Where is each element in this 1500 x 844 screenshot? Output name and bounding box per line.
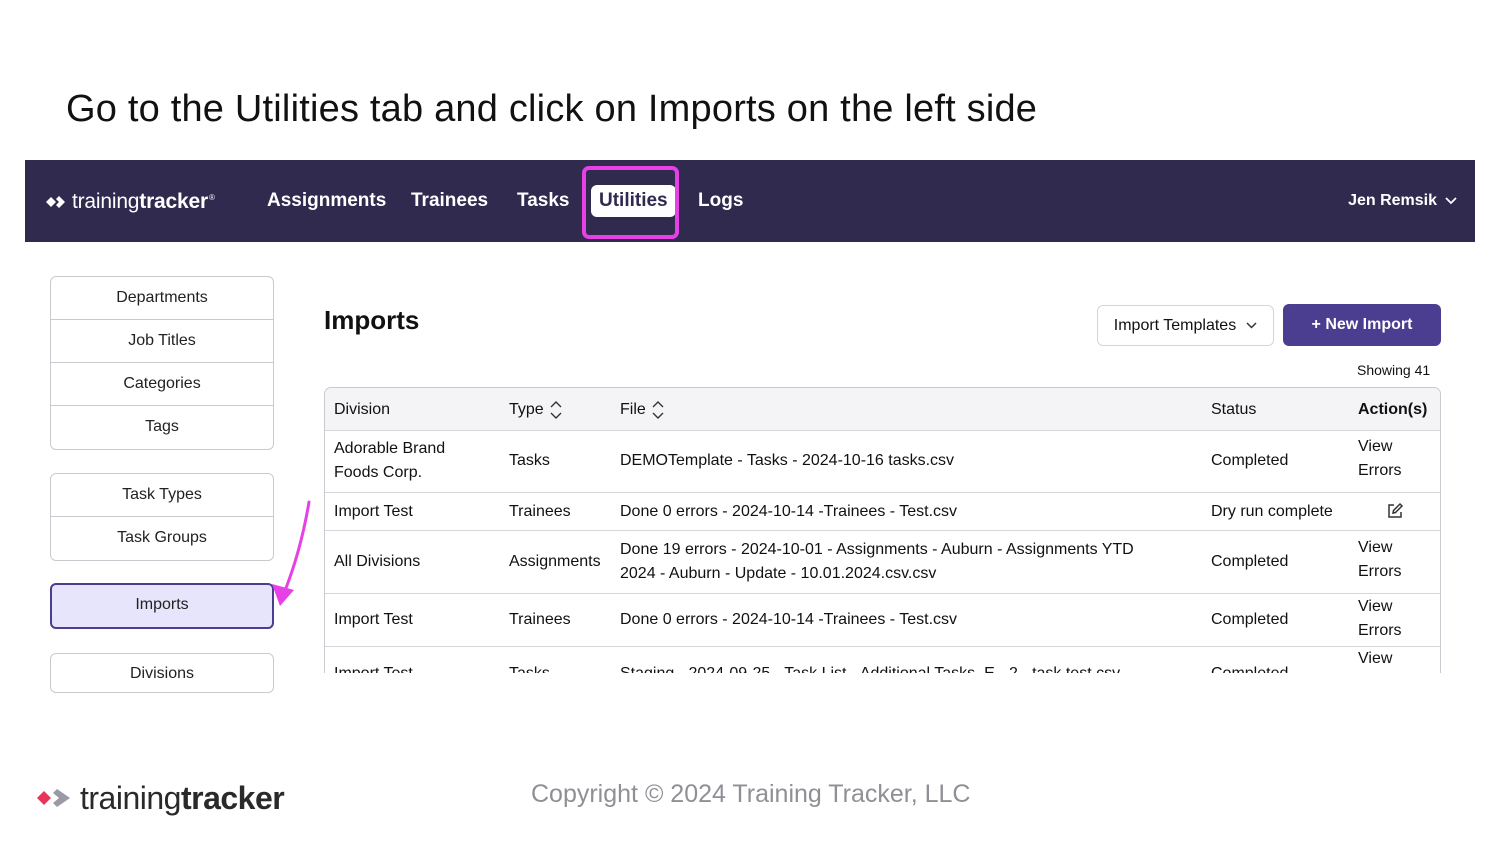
row-file: Done 19 errors - 2024-10-01 - Assignment… — [620, 541, 1134, 582]
import-templates-label: Import Templates — [1113, 316, 1237, 334]
user-menu[interactable]: Jen Remsik — [1348, 188, 1457, 214]
page-title: Imports — [324, 305, 420, 335]
slide-title: Go to the Utilities tab and click on Imp… — [66, 88, 1038, 130]
edit-icon[interactable] — [1386, 502, 1404, 520]
sidebar-group-tasks: Task Types Task Groups — [50, 473, 274, 561]
chevron-down-icon — [1445, 197, 1457, 205]
row-status: Completed — [1211, 611, 1289, 628]
row-status: Completed — [1211, 553, 1289, 570]
row-division: Import Test — [334, 503, 413, 520]
utilities-highlight-annotation — [582, 166, 679, 239]
imports-table: Division Type File Status Action(s) Ador… — [324, 387, 1441, 673]
row-status: Completed — [1211, 662, 1288, 673]
col-type[interactable]: Type — [509, 398, 562, 422]
pointer-arrow-annotation — [272, 500, 311, 606]
app-header: trainingtracker® Assignments Trainees Ta… — [25, 160, 1475, 242]
col-status: Status — [1211, 401, 1257, 418]
row-division: Import Test — [334, 611, 413, 628]
row-division: All Divisions — [334, 553, 421, 570]
table-row: Import Test Trainees Done 0 errors - 202… — [325, 493, 1440, 531]
sort-icon[interactable] — [652, 399, 664, 421]
row-division: Adorable Brand Foods Corp. — [334, 440, 446, 481]
col-actions: Action(s) — [1358, 401, 1428, 418]
view-link[interactable]: View — [1358, 647, 1392, 671]
training-tracker-logo-icon — [46, 196, 65, 208]
row-division: Import Test — [334, 662, 413, 673]
view-errors-link[interactable]: View Errors — [1358, 536, 1402, 584]
sidebar-item-categories[interactable]: Categories — [51, 363, 273, 406]
table-row: All Divisions Assignments Done 19 errors… — [325, 531, 1440, 594]
showing-count: Showing 41 — [1357, 362, 1431, 378]
footer-brand: trainingtracker — [36, 779, 285, 816]
sidebar-item-task-types[interactable]: Task Types — [51, 474, 273, 517]
row-file: DEMOTemplate - Tasks - 2024-10-16 tasks.… — [620, 452, 955, 469]
table-row: Adorable Brand Foods Corp. Tasks DEMOTemp… — [325, 431, 1440, 493]
table-header: Division Type File Status Action(s) — [325, 388, 1440, 431]
sidebar-item-tags[interactable]: Tags — [51, 406, 273, 449]
table-row: Import Test Trainees Done 0 errors - 202… — [325, 594, 1440, 647]
training-tracker-logo-icon — [37, 789, 70, 807]
header-brand[interactable]: trainingtracker® — [45, 189, 215, 215]
user-name: Jen Remsik — [1348, 192, 1437, 209]
import-templates-button[interactable]: Import Templates — [1097, 305, 1274, 346]
col-division: Division — [334, 401, 391, 418]
sidebar-item-departments[interactable]: Departments — [51, 277, 273, 320]
row-type: Tasks — [509, 452, 550, 469]
nav-trainees[interactable]: Trainees — [411, 185, 488, 217]
row-file: Done 0 errors - 2024-10-14 -Trainees - T… — [620, 611, 958, 628]
row-status: Completed — [1211, 452, 1289, 469]
sidebar-item-imports[interactable]: Imports — [50, 583, 274, 629]
nav-logs[interactable]: Logs — [698, 185, 743, 217]
sidebar-item-divisions[interactable]: Divisions — [50, 653, 274, 693]
sidebar-item-task-groups[interactable]: Task Groups — [51, 517, 273, 560]
sort-icon[interactable] — [550, 399, 562, 421]
nav-assignments[interactable]: Assignments — [267, 185, 386, 217]
row-file: Staging - 2024-09-25 - Task List - Addit… — [620, 662, 1120, 673]
nav-tasks[interactable]: Tasks — [517, 185, 569, 217]
table-row: Import Test Tasks Staging - 2024-09-25 -… — [325, 647, 1440, 673]
row-type: Trainees — [509, 503, 571, 520]
view-errors-link[interactable]: View Errors — [1358, 435, 1402, 483]
footer-wordmark: trainingtracker — [80, 779, 285, 816]
sidebar-item-job-titles[interactable]: Job Titles — [51, 320, 273, 363]
row-type: Trainees — [509, 611, 571, 628]
view-errors-link[interactable]: View Errors — [1358, 595, 1402, 643]
sidebar-group-org: Departments Job Titles Categories Tags — [50, 276, 274, 450]
brand-wordmark: trainingtracker® — [72, 190, 215, 213]
row-type: Assignments — [509, 553, 601, 570]
new-import-button[interactable]: + New Import — [1283, 304, 1441, 346]
copyright: Copyright © 2024 Training Tracker, LLC — [531, 780, 971, 808]
row-file: Done 0 errors - 2024-10-14 -Trainees - T… — [620, 503, 958, 520]
row-type: Tasks — [509, 662, 550, 673]
chevron-down-icon — [1246, 322, 1257, 329]
row-status: Dry run complete — [1211, 503, 1333, 520]
col-file[interactable]: File — [620, 398, 664, 422]
